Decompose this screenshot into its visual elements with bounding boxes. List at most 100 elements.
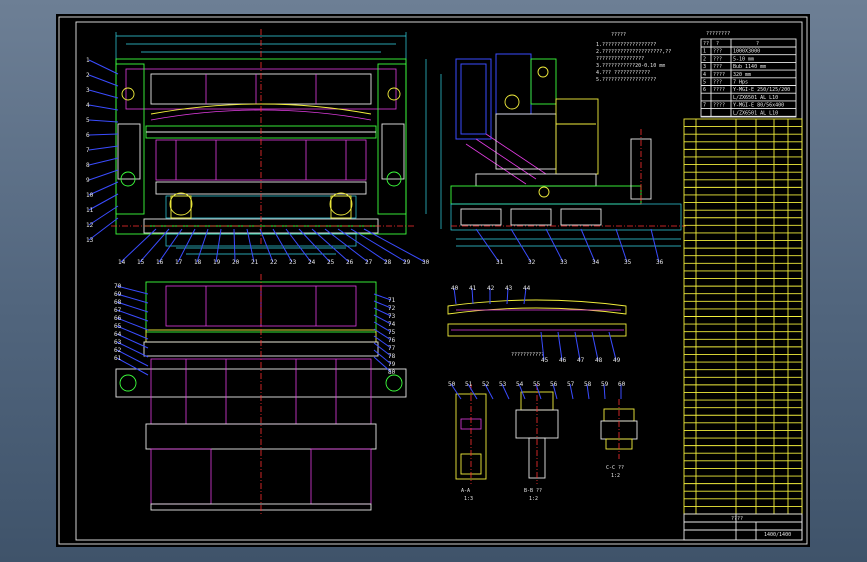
leader-line [88, 104, 119, 111]
section-a-a-scale: 1:3 [464, 496, 473, 502]
spec-row-name: ???? [713, 103, 725, 109]
tech-notes-heading: ????? [611, 32, 626, 38]
callout-44: 44 [523, 285, 531, 292]
leader-line [116, 301, 149, 313]
leader-line [116, 293, 149, 304]
callout-43: 43 [505, 285, 513, 292]
section-b-b-scale: 1:2 [529, 496, 538, 502]
callout-8: 8 [86, 162, 90, 169]
tech-note-5: 4.??? ???????????? [596, 70, 650, 76]
cad-drawing: ????? 1.?????????????????? 2.???????????… [58, 16, 808, 545]
callout-46: 46 [559, 357, 567, 364]
leader-line [510, 228, 532, 263]
callout-35: 35 [624, 259, 632, 266]
spec-row-value: Y-MGI-E 250/125/200 [733, 87, 790, 93]
leader-line [116, 357, 149, 376]
leader-line [88, 59, 119, 75]
callout-11: 11 [86, 207, 94, 214]
leader-line [615, 228, 628, 263]
callout-36: 36 [656, 259, 664, 266]
spec-row-value: 5-10 mm [733, 56, 754, 62]
callout-1: 1 [86, 57, 90, 64]
leader-line [116, 349, 149, 367]
callout-27: 27 [365, 259, 373, 266]
spec-row-value: Bub 1140 mm [733, 64, 766, 70]
callout-7: 7 [86, 147, 90, 154]
leader-line [88, 89, 119, 99]
spec-col-name: ? [716, 41, 719, 47]
callout-48: 48 [595, 357, 603, 364]
section-b-b-label: B-B ?? [524, 488, 542, 494]
outer-border [58, 16, 808, 545]
spec-table-heading: ???????? [706, 31, 730, 37]
callout-13: 13 [86, 237, 94, 244]
callout-20: 20 [232, 259, 240, 266]
section-a-a-label: A-A [461, 488, 470, 494]
spec-row-no: 6 [703, 87, 706, 93]
callout-74: 74 [388, 321, 396, 328]
leader-line [545, 228, 564, 263]
callout-21: 21 [251, 259, 259, 266]
callout-15: 15 [137, 259, 145, 266]
callout-29: 29 [403, 259, 411, 266]
spec-row-value: Y-MGI-E 80/56x400 [733, 103, 784, 109]
spec-row-name: ??? [713, 56, 722, 62]
callout-57: 57 [567, 381, 575, 388]
callout-59: 59 [601, 381, 609, 388]
spec-col-no: ?? [703, 41, 709, 47]
leader-line [88, 145, 119, 151]
leader-line [475, 228, 500, 263]
spec-row-value: L/ZX6501 AL L10 [733, 95, 778, 101]
callout-6: 6 [86, 132, 90, 139]
callout-26: 26 [346, 259, 354, 266]
callout-labels: 14 15 16 17 18 19 20 21 22 23 24 25 26 27 28 29 30 31 32 33… [86, 57, 664, 400]
inner-border [75, 21, 803, 541]
callout-14: 14 [118, 259, 126, 266]
leader-line [88, 133, 119, 136]
section-c-c-label: C-C ?? [606, 465, 624, 471]
spec-row-no: 5 [703, 80, 706, 86]
spec-row-name: ???? [713, 87, 725, 93]
callout-50: 50 [448, 381, 456, 388]
callout-64: 64 [114, 331, 122, 338]
callout-9: 9 [86, 177, 90, 184]
callout-25: 25 [327, 259, 335, 266]
callout-12: 12 [86, 222, 94, 229]
leader-line [88, 181, 119, 196]
leader-line [650, 228, 660, 263]
leader-line [88, 74, 119, 87]
leader-line [88, 119, 119, 123]
callout-68: 68 [114, 299, 122, 306]
leader-line [88, 157, 119, 166]
spec-row-value: 1000X3000 [733, 49, 760, 55]
drawing-number: 1400/1400 [764, 532, 791, 538]
callout-34: 34 [592, 259, 600, 266]
callout-5: 5 [86, 117, 90, 124]
callout-45: 45 [541, 357, 549, 364]
callout-32: 32 [528, 259, 536, 266]
leader-line [88, 169, 119, 181]
callout-41: 41 [469, 285, 477, 292]
callout-23: 23 [289, 259, 297, 266]
callout-61: 61 [114, 355, 122, 362]
callout-71: 71 [388, 297, 396, 304]
callout-19: 19 [213, 259, 221, 266]
callout-53: 53 [499, 381, 507, 388]
callout-49: 49 [613, 357, 621, 364]
callout-31: 31 [496, 259, 504, 266]
callout-2: 2 [86, 72, 90, 79]
spec-row-name: ???? [713, 72, 725, 78]
callout-55: 55 [533, 381, 541, 388]
callout-10: 10 [86, 192, 94, 199]
tech-note-2: 2.????????????????????,?? [596, 49, 671, 55]
spec-row-no: 4 [703, 72, 706, 78]
callout-47: 47 [577, 357, 585, 364]
callout-30: 30 [422, 259, 430, 266]
spec-row-no: 1 [703, 49, 706, 55]
tech-note-4: 3.???????????20-0.10 mm [596, 63, 665, 69]
callout-40: 40 [451, 285, 459, 292]
callout-69: 69 [114, 291, 122, 298]
callout-79: 79 [388, 361, 396, 368]
spec-row-name: ??? [713, 80, 722, 86]
spec-row-no: 3 [703, 64, 706, 70]
